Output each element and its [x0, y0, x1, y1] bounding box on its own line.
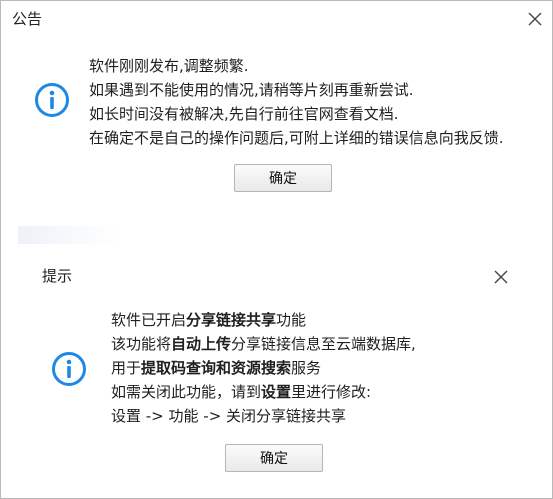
close-icon[interactable]: [526, 10, 544, 28]
tip-line-1-bold: 分享链接共享: [186, 311, 277, 329]
tip-line-2-bold: 自动上传: [171, 335, 232, 353]
tip-line-5: 设置 -> 功能 -> 关闭分享链接共享: [111, 407, 347, 425]
close-icon[interactable]: [492, 268, 510, 286]
tip-line-4-post: 里进行修改:: [291, 383, 372, 401]
tip-ok-button[interactable]: 确定: [225, 444, 323, 472]
screenshot-canvas: 公告 软件刚刚发布,调整频繁. 如果遇到不能使用的情况,请稍等片刻再重新尝试. …: [0, 0, 553, 499]
notice-line-2: 如果遇到不能使用的情况,请稍等片刻再重新尝试.: [89, 81, 414, 99]
tip-line-3-post: 服务: [291, 359, 322, 377]
notice-message: 软件刚刚发布,调整频繁. 如果遇到不能使用的情况,请稍等片刻再重新尝试. 如长时…: [89, 54, 504, 150]
tip-line-2-pre: 该功能将: [111, 335, 172, 353]
faint-background-strip: [18, 226, 118, 244]
tip-line-4-pre: 如需关闭此功能，请到: [111, 383, 262, 401]
info-icon: [35, 83, 69, 117]
tip-line-3: 用于提取码查询和资源搜索服务: [111, 356, 416, 380]
notice-line-1: 软件刚刚发布,调整频繁.: [89, 57, 249, 75]
notice-dialog-title: 公告: [12, 10, 43, 28]
tip-line-1-pre: 软件已开启: [111, 311, 187, 329]
tip-line-2-post: 分享链接信息至云端数据库,: [231, 335, 416, 353]
tip-dialog-title: 提示: [42, 267, 73, 285]
tip-line-1: 软件已开启分享链接共享功能: [111, 308, 416, 332]
tip-line-2: 该功能将自动上传分享链接信息至云端数据库,: [111, 332, 416, 356]
tip-line-1-post: 功能: [276, 311, 307, 329]
tip-line-4: 如需关闭此功能，请到设置里进行修改:: [111, 380, 416, 404]
tip-line-3-pre: 用于: [111, 359, 142, 377]
notice-line-4: 在确定不是自己的操作问题后,可附上详细的错误信息向我反馈.: [89, 129, 504, 147]
notice-dialog: 公告 软件刚刚发布,调整频繁. 如果遇到不能使用的情况,请稍等片刻再重新尝试. …: [1, 1, 552, 221]
tip-dialog: 提示 软件已开启分享链接共享功能 该功能将自动上传分享链接信息至云端数据库, 用…: [1, 254, 552, 498]
tip-line-3-bold: 提取码查询和资源搜索: [141, 359, 292, 377]
info-icon: [52, 352, 86, 386]
notice-ok-button[interactable]: 确定: [234, 164, 332, 192]
notice-line-3: 如长时间没有被解决,先自行前往官网查看文档.: [89, 105, 399, 123]
tip-line-4-bold: 设置: [261, 383, 292, 401]
tip-message: 软件已开启分享链接共享功能 该功能将自动上传分享链接信息至云端数据库, 用于提取…: [111, 308, 416, 428]
